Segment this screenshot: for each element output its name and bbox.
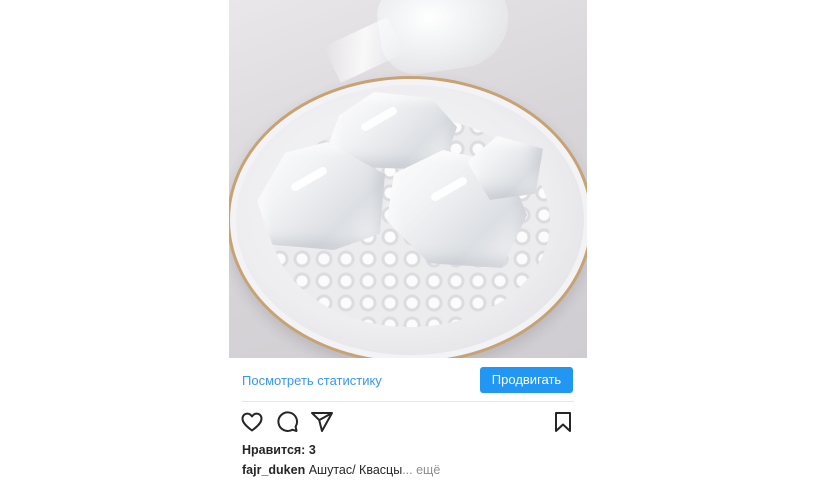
- comment-icon[interactable]: [275, 410, 299, 434]
- bag-edge: [323, 17, 405, 83]
- post-card: Посмотреть статистику Продвигать: [229, 0, 587, 480]
- action-icons: [229, 410, 587, 434]
- heart-icon[interactable]: [240, 410, 264, 434]
- caption-username[interactable]: fajr_duken: [242, 463, 305, 477]
- promote-button[interactable]: Продвигать: [480, 367, 573, 393]
- caption-text: Ашутас/ Квасцы: [308, 463, 403, 477]
- share-icon[interactable]: [310, 410, 334, 434]
- bookmark-icon[interactable]: [551, 410, 575, 434]
- caption-more-link[interactable]: ... ещё: [402, 463, 440, 477]
- divider: [242, 401, 574, 402]
- likes-count[interactable]: Нравится: 3: [242, 443, 316, 457]
- post-photo[interactable]: [229, 0, 587, 358]
- insights-row: Посмотреть статистику Продвигать: [229, 366, 587, 396]
- view-stats-link[interactable]: Посмотреть статистику: [242, 373, 382, 388]
- post-caption: fajr_duken Ашутас/ Квасцы... ещё: [242, 463, 440, 477]
